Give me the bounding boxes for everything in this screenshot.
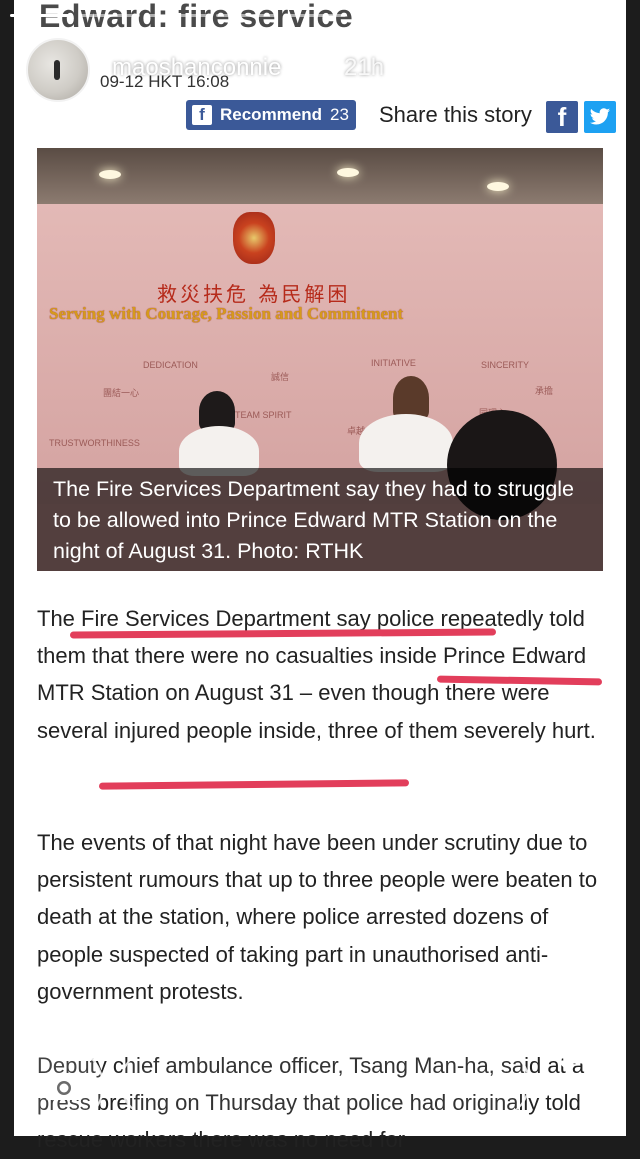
story-progress-segment xyxy=(10,14,72,17)
wall-word: INITIATIVE xyxy=(371,358,416,368)
wall-word: SINCERITY xyxy=(481,360,530,370)
more-options-icon[interactable] xyxy=(460,1078,494,1088)
article-photo: 救災扶危 為民解困 Serving with Courage, Passion … xyxy=(37,148,603,571)
close-button[interactable] xyxy=(578,48,622,92)
avatar-figure xyxy=(54,60,60,80)
story-progress-segment xyxy=(147,14,209,17)
camera-button[interactable] xyxy=(24,1046,104,1126)
share-label: Share this story xyxy=(379,102,532,127)
ceiling-light xyxy=(487,182,509,191)
more-dot xyxy=(460,1078,467,1085)
photo-caption: The Fire Services Department say they ha… xyxy=(37,468,603,571)
close-icon xyxy=(582,52,618,88)
avatar[interactable] xyxy=(26,38,90,102)
wall-word: DEDICATION xyxy=(143,360,198,370)
article-paragraph: The Fire Services Department say police … xyxy=(37,606,596,743)
article-paragraph: The events of that night have been under… xyxy=(37,830,598,1004)
twitter-icon xyxy=(589,108,611,125)
recommend-label: Recommend xyxy=(220,105,323,124)
facebook-recommend-button[interactable]: f Recommend 23 xyxy=(186,100,356,130)
story-progress-bar xyxy=(10,14,621,18)
facebook-icon: f xyxy=(192,105,212,125)
camera-icon xyxy=(46,1073,82,1100)
officer-male-body xyxy=(359,414,453,472)
story-progress-segment xyxy=(78,14,141,17)
backdrop-slogan-english: Serving with Courage, Passion and Commit… xyxy=(49,304,404,323)
more-dot xyxy=(473,1078,481,1085)
send-direct-icon[interactable] xyxy=(556,1054,608,1106)
story-progress-segment xyxy=(352,14,415,17)
story-progress-segment xyxy=(489,14,552,17)
wall-word: 誠信 xyxy=(271,372,290,382)
share-twitter-button[interactable] xyxy=(584,101,616,133)
share-facebook-button[interactable]: f xyxy=(546,101,578,133)
fire-services-emblem xyxy=(233,212,275,264)
officer-female-head xyxy=(199,391,235,431)
photo-ceiling xyxy=(37,148,603,204)
facebook-icon: f xyxy=(557,102,567,132)
story-progress-segment xyxy=(284,14,346,17)
wall-word: TEAM SPIRIT xyxy=(235,410,292,420)
recommend-count: 23 xyxy=(330,105,349,124)
ceiling-light xyxy=(337,168,359,177)
story-timestamp: 21h xyxy=(344,54,385,81)
story-progress-segment xyxy=(421,14,483,17)
wall-word: TRUSTWORTHINESS xyxy=(49,438,140,448)
backdrop-slogan-chinese: 救災扶危 為民解困 xyxy=(157,282,351,306)
wall-word: 承擔 xyxy=(535,386,554,396)
wall-word: 團結一心 xyxy=(103,388,140,398)
paper-plane-icon xyxy=(558,1060,606,1102)
story-username[interactable]: maoshanconnie xyxy=(112,54,281,82)
more-dot xyxy=(487,1078,494,1085)
story-progress-segment xyxy=(215,14,278,17)
ceiling-light xyxy=(99,170,121,179)
story-progress-segment xyxy=(558,14,621,17)
